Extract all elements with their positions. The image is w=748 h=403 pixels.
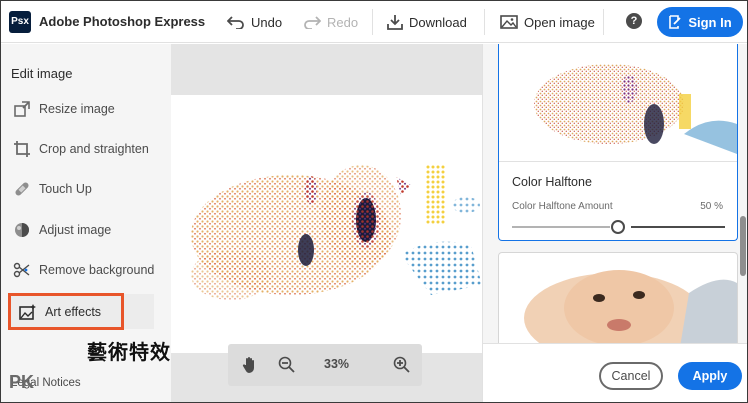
download-button[interactable]: Download <box>387 11 467 33</box>
effect-card-next[interactable] <box>498 252 738 352</box>
open-image-label: Open image <box>524 14 595 30</box>
cancel-button[interactable]: Cancel <box>599 362 663 390</box>
resize-icon <box>14 101 30 117</box>
app-title: Adobe Photoshop Express <box>39 14 206 29</box>
panel-scrollbar[interactable] <box>740 216 746 276</box>
zoom-level: 33% <box>324 357 350 371</box>
sidebar-item-label: Touch Up <box>39 182 92 196</box>
art-effects-icon <box>19 304 36 320</box>
bandage-icon <box>15 182 29 196</box>
sidebar-item-resize-image[interactable]: Resize image <box>13 98 115 120</box>
slider-label: Color Halftone Amount <box>512 201 613 212</box>
redo-button[interactable]: Redo <box>303 11 358 33</box>
download-icon <box>387 15 403 30</box>
sidebar-item-remove-background[interactable]: Remove background <box>13 259 154 281</box>
sidebar-item-adjust-image[interactable]: Adjust image <box>13 219 111 241</box>
download-label: Download <box>409 14 467 30</box>
app-window: Psx Adobe Photoshop Express Undo Redo Do… <box>0 0 748 403</box>
undo-button[interactable]: Undo <box>227 11 282 33</box>
effect-title: Color Halftone <box>512 175 592 189</box>
sidebar-item-art-effects-content[interactable]: Art effects <box>19 301 101 323</box>
undo-label: Undo <box>251 14 283 30</box>
sidebar-item-label: Resize image <box>39 102 115 116</box>
sidebar-item-label: Adjust image <box>39 223 112 237</box>
sidebar-item-crop-and-straighten[interactable]: Crop and straighten <box>13 138 149 160</box>
effect-card-color-halftone[interactable]: Color Halftone Color Halftone Amount 50 … <box>498 44 738 241</box>
zoom-in-icon[interactable] <box>393 356 411 374</box>
slider-track-right[interactable] <box>631 226 725 228</box>
toolbar-divider <box>372 9 373 35</box>
sidebar-heading: Edit image <box>11 66 73 81</box>
redo-label: Redo <box>327 14 359 30</box>
image-icon <box>500 15 518 29</box>
sidebar-item-label: Crop and straighten <box>39 142 149 156</box>
apply-button[interactable]: Apply <box>678 362 742 390</box>
effect-thumbnail <box>499 44 737 162</box>
baby-halftone-image <box>191 165 482 300</box>
panel-footer: Cancel Apply <box>482 343 747 402</box>
redo-icon <box>304 16 321 29</box>
toolbar-divider <box>603 9 604 35</box>
remove-background-icon <box>13 262 30 278</box>
app-logo: Psx <box>9 10 31 33</box>
adjust-icon <box>15 223 29 237</box>
image-canvas: 33% <box>171 44 482 402</box>
sign-in-button[interactable]: Sign In <box>657 7 743 37</box>
sign-in-icon <box>669 15 681 29</box>
hand-tool-icon[interactable] <box>242 356 258 374</box>
sidebar-item-touch-up[interactable]: Touch Up <box>13 178 92 200</box>
edit-sidebar: Edit image Resize image Crop and straigh… <box>1 44 171 402</box>
halftone-photo-preview <box>171 95 482 353</box>
sidebar-item-label: Remove background <box>39 263 155 277</box>
sign-in-label: Sign In <box>688 14 732 30</box>
slider-value: 50 % <box>700 201 723 212</box>
slider-track-left[interactable] <box>512 226 610 228</box>
help-icon[interactable]: ? <box>626 13 642 29</box>
sidebar-item-label: Art effects <box>45 305 102 319</box>
toolbar-divider <box>484 9 485 35</box>
active-item-background <box>124 294 154 329</box>
crop-icon <box>14 141 30 157</box>
zoom-out-icon[interactable] <box>278 356 296 374</box>
undo-icon <box>227 16 244 29</box>
effect-thumbnail <box>524 270 737 351</box>
open-image-button[interactable]: Open image <box>500 11 595 33</box>
zoom-toolbar: 33% <box>228 344 422 386</box>
watermark-logo: PK <box>9 372 35 392</box>
slider-thumb[interactable] <box>611 220 625 234</box>
annotation-label: 藝術特效 <box>87 342 171 364</box>
